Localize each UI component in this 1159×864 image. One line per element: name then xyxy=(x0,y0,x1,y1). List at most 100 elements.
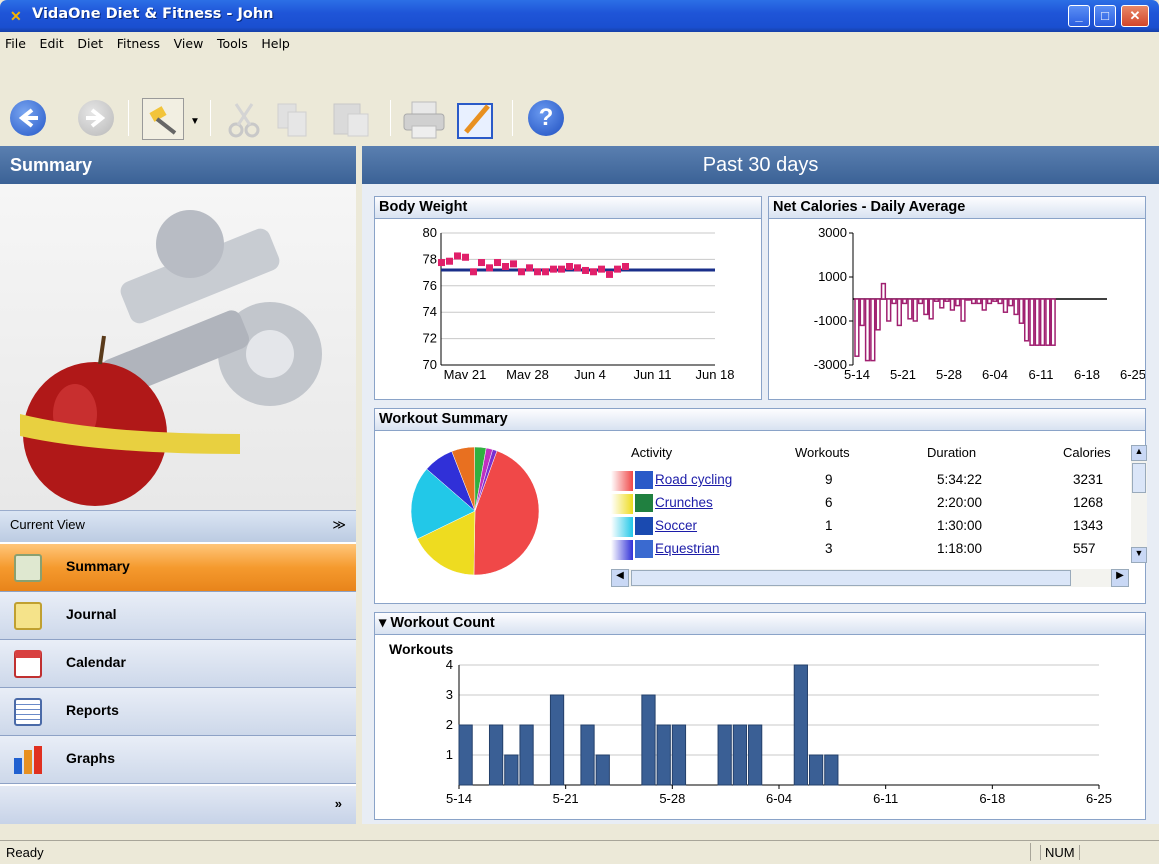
workout-bar xyxy=(641,694,656,786)
menu-view[interactable]: View xyxy=(169,32,209,51)
window-title: VidaOne Diet & Fitness - John xyxy=(32,6,274,22)
panel-title: Summary xyxy=(0,146,356,184)
cell-workouts: 1 xyxy=(825,518,833,533)
toolbar-separator xyxy=(128,100,129,136)
calorie-bar xyxy=(891,298,897,305)
workout-count-chart: 4 3 2 1 5-14 5-21 5-28 6-04 6-11 6-18 6-25 xyxy=(446,657,1112,806)
calorie-bar xyxy=(1023,298,1030,342)
x-tick-label: Jun 11 xyxy=(633,367,671,382)
crunches-icon xyxy=(635,494,653,512)
card-title: Workout Summary xyxy=(375,409,1145,431)
nav-item-summary[interactable]: Summary xyxy=(0,544,356,592)
data-point xyxy=(574,264,581,272)
calorie-bar xyxy=(1018,298,1024,324)
net-calories-chart: 3000 1000 -1000 -30005-14 5-21 5-28 6-04 6-11 6-… xyxy=(814,225,1145,382)
nav-item-graphs[interactable]: Graphs xyxy=(0,736,356,784)
scroll-up-icon[interactable]: ▲ xyxy=(1131,445,1147,461)
data-point xyxy=(622,263,629,270)
scroll-right-icon[interactable]: ▶ xyxy=(1111,569,1129,587)
minimize-button[interactable]: _ xyxy=(1068,5,1090,27)
help-icon[interactable]: ? xyxy=(528,100,564,136)
table-row[interactable]: Road cycling 9 5:34:22 3231 xyxy=(611,469,1131,492)
collapse-triangle-icon[interactable]: ▾ xyxy=(379,615,390,631)
workout-summary-card: Workout Summary Activity Workouts Durati… xyxy=(374,408,1147,604)
maximize-button[interactable]: □ xyxy=(1094,5,1116,27)
column-header-calories[interactable]: Calories xyxy=(1063,445,1111,460)
calorie-bar xyxy=(870,298,876,362)
calorie-bar xyxy=(923,298,929,316)
workout-bar xyxy=(488,724,504,786)
cell-calories: 3231 xyxy=(1073,472,1104,487)
nav-item-label: Journal xyxy=(66,606,117,622)
workout-bar xyxy=(656,724,671,786)
menu-tools[interactable]: Tools xyxy=(212,32,253,51)
wizard-icon[interactable] xyxy=(142,98,184,140)
activity-link[interactable]: Equestrian xyxy=(655,541,720,556)
forward-icon[interactable] xyxy=(78,100,114,136)
menu-help[interactable]: Help xyxy=(256,32,295,51)
print-icon[interactable] xyxy=(402,100,448,140)
copy-icon[interactable] xyxy=(272,100,312,138)
activity-link[interactable]: Soccer xyxy=(655,518,697,533)
nav-item-reports[interactable]: Reports xyxy=(0,688,356,736)
x-tick-label: 6-18 xyxy=(1074,367,1100,382)
x-tick-label: 6-25 xyxy=(1086,791,1112,806)
x-tick-label: Jun 18 xyxy=(695,367,734,382)
table-row[interactable]: Crunches 6 2:20:00 1268 xyxy=(611,492,1131,515)
title-bar[interactable]: ✕ VidaOne Diet & Fitness - John _ □ ✕ xyxy=(0,0,1159,32)
column-header-activity[interactable]: Activity xyxy=(631,445,672,460)
paste-icon[interactable] xyxy=(330,100,374,138)
calorie-bar xyxy=(864,298,871,362)
vertical-scrollbar[interactable]: ▲ ▼ xyxy=(1131,445,1147,563)
calorie-bar xyxy=(928,298,934,320)
table-row[interactable]: Soccer 1 1:30:00 1343 xyxy=(611,515,1131,538)
cell-workouts: 3 xyxy=(825,541,833,556)
menu-bar: File Edit Diet Fitness View Tools Help xyxy=(0,32,1159,54)
workout-bar xyxy=(732,724,748,786)
close-button[interactable]: ✕ xyxy=(1121,5,1149,27)
right-panel: Past 30 days Body Weight 80 78 76 74 72 70 Mav… xyxy=(362,146,1159,824)
edit-notes-icon[interactable] xyxy=(456,100,498,140)
calorie-bar xyxy=(944,298,950,302)
x-tick-label: 5-21 xyxy=(890,367,916,382)
column-header-duration[interactable]: Duration xyxy=(927,445,976,460)
menu-edit[interactable]: Edit xyxy=(35,32,69,51)
equestrian-icon xyxy=(635,540,653,558)
calorie-bar xyxy=(859,298,865,327)
activity-link[interactable]: Crunches xyxy=(655,495,713,510)
calorie-bar xyxy=(1045,298,1051,346)
cut-icon[interactable] xyxy=(224,100,264,138)
scroll-thumb[interactable] xyxy=(1132,463,1146,493)
back-icon[interactable] xyxy=(10,100,46,136)
scroll-left-icon[interactable]: ◀ xyxy=(611,569,629,587)
activity-link[interactable]: Road cycling xyxy=(655,472,732,487)
workout-bar xyxy=(748,724,763,786)
nav-item-calendar[interactable]: Calendar xyxy=(0,640,356,688)
menu-diet[interactable]: Diet xyxy=(72,32,108,51)
scroll-thumb[interactable] xyxy=(631,570,1071,586)
wizard-dropdown-icon[interactable]: ▼ xyxy=(190,116,200,127)
current-view-bar[interactable]: Current View ≫ xyxy=(0,510,356,542)
menu-file[interactable]: File xyxy=(0,32,31,51)
data-point xyxy=(534,268,541,276)
card-header[interactable]: ▾ Workout Count xyxy=(375,613,1145,635)
collapse-chevron-icon[interactable]: ≫ xyxy=(332,517,346,533)
workout-bar xyxy=(808,754,824,786)
menu-fitness[interactable]: Fitness xyxy=(112,32,165,51)
configure-buttons-icon[interactable]: » xyxy=(335,796,342,811)
calorie-bar xyxy=(939,298,945,309)
horizontal-scrollbar[interactable]: ◀ ▶ xyxy=(611,569,1129,587)
workout-bar xyxy=(549,694,565,786)
y-tick-label: -3000 xyxy=(814,357,847,372)
column-header-workouts[interactable]: Workouts xyxy=(795,445,850,460)
calorie-bar xyxy=(912,298,918,322)
x-tick-label: 5-28 xyxy=(936,367,962,382)
scroll-down-icon[interactable]: ▼ xyxy=(1131,547,1147,563)
calorie-bar xyxy=(955,298,961,307)
nav-item-journal[interactable]: Journal xyxy=(0,592,356,640)
x-tick-label: 6-04 xyxy=(766,791,792,806)
calorie-bar xyxy=(965,298,971,301)
table-row[interactable]: Equestrian 3 1:18:00 557 xyxy=(611,538,1131,561)
data-point xyxy=(566,263,573,270)
y-tick-label: 78 xyxy=(423,251,437,266)
